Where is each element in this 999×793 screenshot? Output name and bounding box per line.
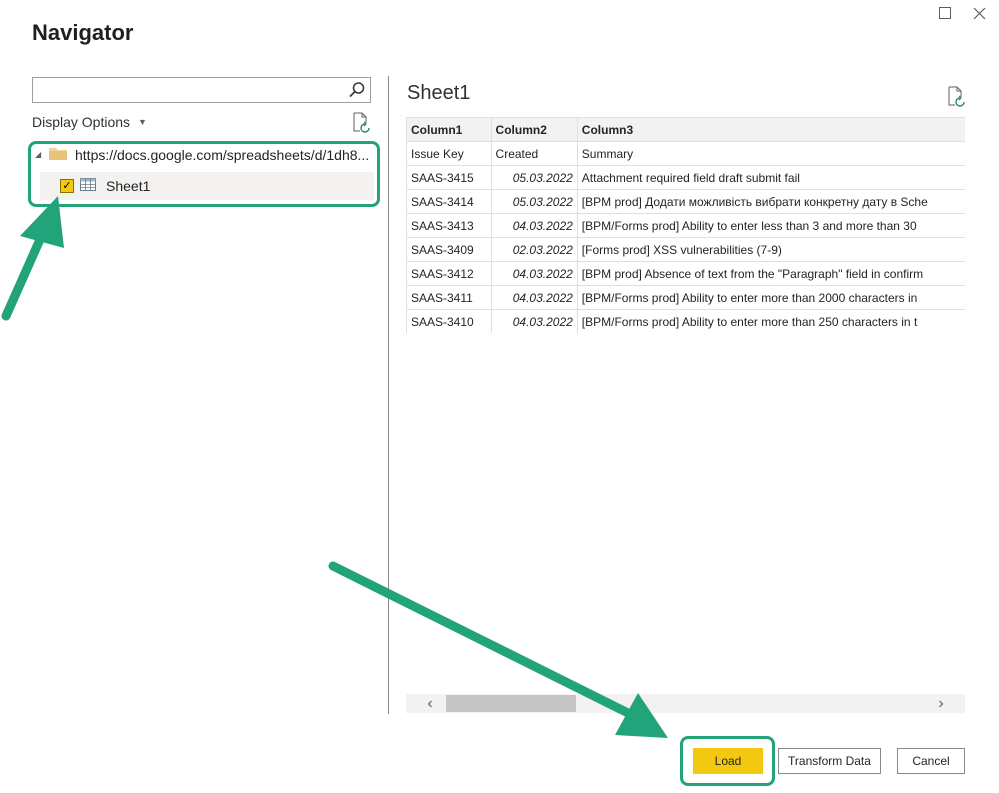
- refresh-preview-icon[interactable]: [946, 86, 966, 108]
- table-cell: SAAS-3412: [406, 261, 492, 286]
- table-cell: 04.03.2022: [490, 309, 578, 333]
- search-icon[interactable]: [348, 81, 366, 104]
- table-cell: Summary: [576, 141, 965, 166]
- table-row: SAAS-3409 02.03.2022 [Forms prod] XSS vu…: [406, 237, 965, 262]
- table-cell: 04.03.2022: [490, 261, 578, 286]
- scroll-left-icon[interactable]: ‹: [420, 694, 440, 713]
- table-cell: [BPM/Forms prod] Ability to enter less t…: [576, 213, 965, 238]
- table-cell: [BPM prod] Додати можливість вибрати кон…: [576, 189, 965, 214]
- table-cell: 02.03.2022: [490, 237, 578, 262]
- column-header[interactable]: Column2: [490, 117, 578, 142]
- table-cell: SAAS-3413: [406, 213, 492, 238]
- dialog-title: Navigator: [32, 20, 134, 45]
- annotation-highlight-load: [680, 736, 775, 786]
- table-row: Issue Key Created Summary: [406, 141, 965, 166]
- column-header[interactable]: Column3: [576, 117, 965, 142]
- table-row: SAAS-3414 05.03.2022 [BPM prod] Додати м…: [406, 189, 965, 214]
- display-options-dropdown[interactable]: Display Options ▼: [32, 114, 147, 130]
- table-cell: [BPM/Forms prod] Ability to enter more t…: [576, 285, 965, 310]
- preview-title: Sheet1: [407, 82, 471, 104]
- table-row: SAAS-3412 04.03.2022 [BPM prod] Absence …: [406, 261, 965, 286]
- table-cell: Issue Key: [406, 141, 492, 166]
- table-cell: SAAS-3414: [406, 189, 492, 214]
- cancel-button[interactable]: Cancel: [897, 748, 965, 774]
- table-cell: 04.03.2022: [490, 285, 578, 310]
- scroll-right-icon[interactable]: ›: [931, 694, 951, 713]
- table-cell: 05.03.2022: [490, 165, 578, 190]
- annotation-arrow-load: [328, 561, 633, 718]
- table-row: SAAS-3410 04.03.2022 [BPM/Forms prod] Ab…: [406, 309, 965, 333]
- table-row: SAAS-3413 04.03.2022 [BPM/Forms prod] Ab…: [406, 213, 965, 238]
- table-cell: Attachment required field draft submit f…: [576, 165, 965, 190]
- close-icon[interactable]: [968, 2, 990, 24]
- search-input[interactable]: [33, 78, 333, 102]
- table-cell: SAAS-3410: [406, 309, 492, 333]
- table-cell: SAAS-3409: [406, 237, 492, 262]
- table-cell: 05.03.2022: [490, 189, 578, 214]
- annotation-arrow-tree: [1, 230, 47, 321]
- table-cell: SAAS-3415: [406, 165, 492, 190]
- table-cell: [BPM prod] Absence of text from the "Par…: [576, 261, 965, 286]
- refresh-icon[interactable]: [351, 112, 371, 134]
- search-box: [32, 77, 371, 103]
- pane-divider[interactable]: [388, 76, 389, 714]
- table-header-row: Column1 Column2 Column3: [406, 117, 965, 142]
- preview-table: Column1 Column2 Column3 Issue Key Create…: [406, 117, 965, 333]
- table-cell: [BPM/Forms prod] Ability to enter more t…: [576, 309, 965, 333]
- display-options-label: Display Options: [32, 114, 131, 130]
- horizontal-scrollbar[interactable]: ‹ ›: [406, 694, 965, 713]
- table-cell: Created: [490, 141, 578, 166]
- table-cell: SAAS-3411: [406, 285, 492, 310]
- table-cell: 04.03.2022: [490, 213, 578, 238]
- maximize-icon[interactable]: [934, 2, 956, 24]
- table-cell: [Forms prod] XSS vulnerabilities (7-9): [576, 237, 965, 262]
- column-header[interactable]: Column1: [406, 117, 492, 142]
- transform-data-button[interactable]: Transform Data: [778, 748, 881, 774]
- table-row: SAAS-3411 04.03.2022 [BPM/Forms prod] Ab…: [406, 285, 965, 310]
- chevron-down-icon: ▼: [138, 117, 147, 127]
- scrollbar-thumb[interactable]: [446, 695, 576, 712]
- table-row: SAAS-3415 05.03.2022 Attachment required…: [406, 165, 965, 190]
- annotation-highlight-tree: [28, 141, 380, 207]
